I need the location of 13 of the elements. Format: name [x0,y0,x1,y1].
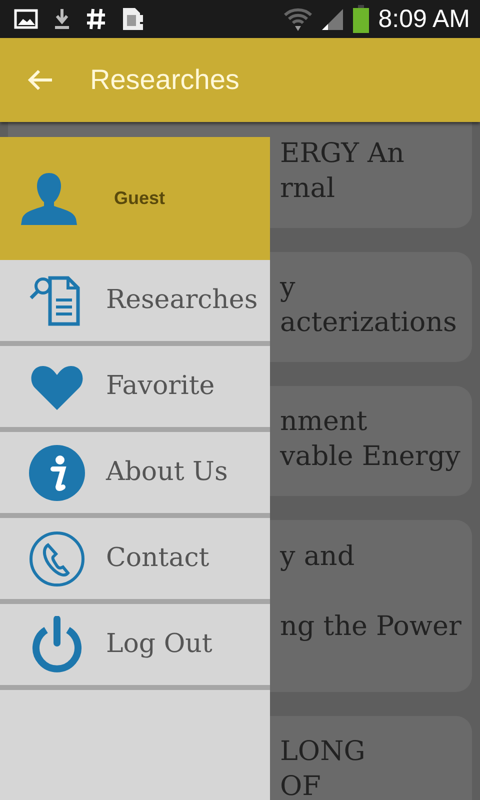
card-title-line: rnal [280,172,336,206]
card-title-line: vable Energy [280,440,462,474]
screen-title: Researches [90,63,240,97]
card-title-line: y and [280,540,356,574]
clock: 8:09 AM [378,6,470,32]
card-title-line: nment [280,405,368,439]
card-title-line: LONG [280,735,366,769]
user-name: Guest [114,187,166,210]
card-title-line: ERGY An [280,137,406,171]
card-title-line: y [280,271,296,305]
card-title-line: ng the Power [280,610,462,644]
card-title-line: OF [280,770,322,800]
card-title-line: acterizations [280,306,458,340]
